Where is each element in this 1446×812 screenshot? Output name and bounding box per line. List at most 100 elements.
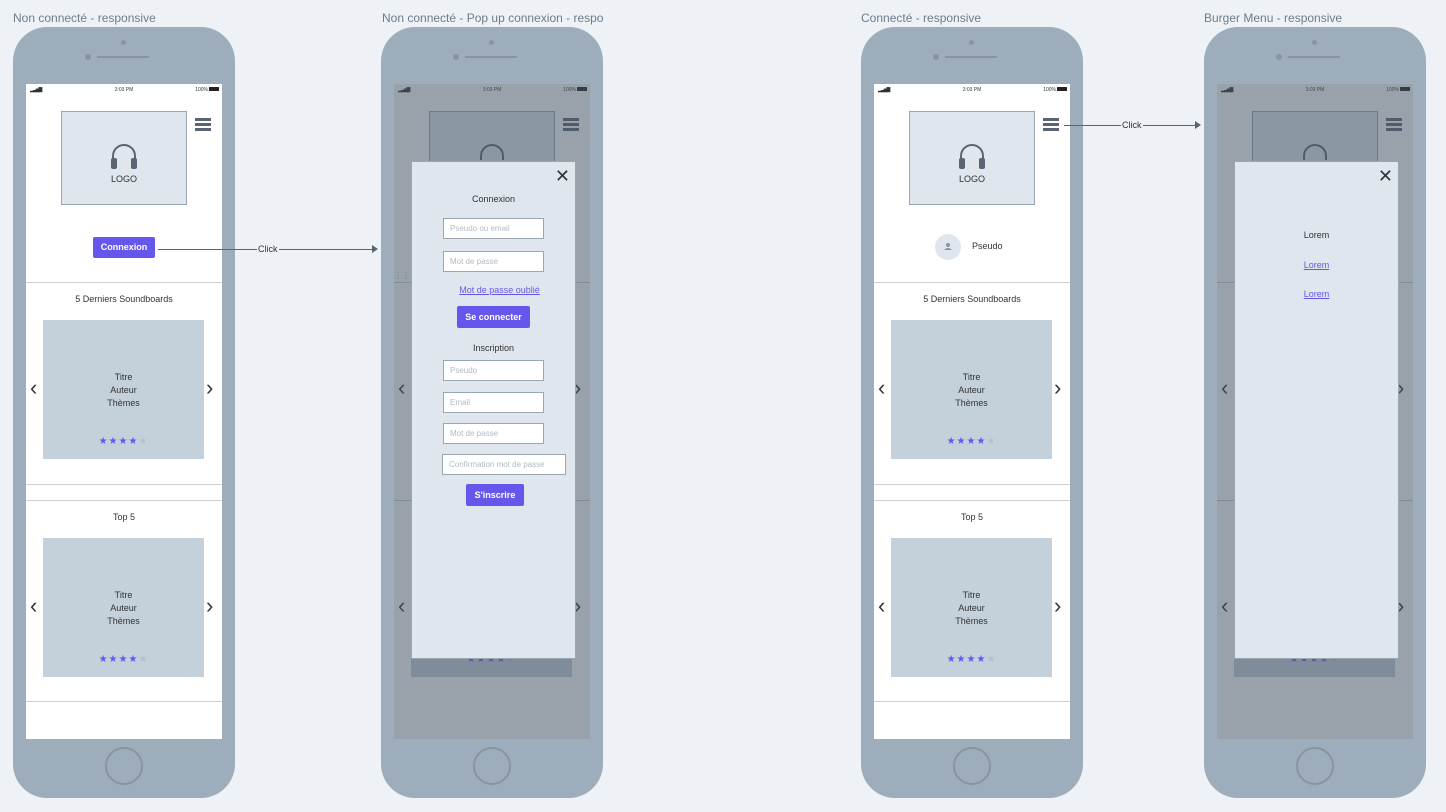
phone-frame-connecte: ▂▃▅▇ 3:03 PM 100% LOGO Pseudo 5 Derniers… xyxy=(861,27,1083,798)
close-icon[interactable]: ✕ xyxy=(1378,167,1393,185)
card-title: Titre xyxy=(114,590,133,600)
status-time: 3:03 PM xyxy=(114,87,134,93)
password-input[interactable]: Mot de passe xyxy=(443,251,544,272)
register-password-input[interactable]: Mot de passe xyxy=(443,423,544,444)
divider xyxy=(26,484,222,485)
speaker-grill xyxy=(945,56,997,58)
screen: ▂▃▅▇ 3:03 PM 100% LOGO Connexion 5 Derni… xyxy=(26,84,222,739)
rating-stars: ★★★★★ xyxy=(98,654,149,665)
card-author: Auteur xyxy=(110,603,137,613)
logo-text: LOGO xyxy=(958,174,985,184)
section-top-5: Top 5 ‹ Titre Auteur Thèmes ★★★★★ › xyxy=(874,500,1070,702)
user-icon xyxy=(944,243,952,250)
battery-label: 100% xyxy=(195,87,208,93)
home-button[interactable] xyxy=(953,747,991,785)
rating-stars: ★★★★★ xyxy=(98,436,149,447)
headphones-icon xyxy=(111,144,137,169)
card-author: Auteur xyxy=(958,385,985,395)
rating-stars: ★★★★★ xyxy=(946,436,997,447)
section-title: Top 5 xyxy=(112,512,136,522)
card-title: Titre xyxy=(114,372,133,382)
phone-frame-popup-connexion: ▂▃▅▇ 3:03 PM 100% ‹ › ‹ ★★★★★ › ⋮⋮⋮ ✕ Co… xyxy=(381,27,603,798)
register-confirm-input[interactable]: Confirmation mot de passe xyxy=(442,454,566,475)
logo[interactable]: LOGO xyxy=(61,111,187,205)
speaker-grill xyxy=(465,56,517,58)
status-bar: ▂▃▅▇ 3:03 PM 100% xyxy=(26,84,222,95)
burger-menu-panel: ✕ Lorem Lorem Lorem xyxy=(1234,161,1399,659)
chevron-right-icon[interactable]: › xyxy=(206,377,213,399)
phone-frame-non-connecte: ▂▃▅▇ 3:03 PM 100% LOGO Connexion 5 Derni… xyxy=(13,27,235,798)
register-email-input[interactable]: Email xyxy=(443,392,544,413)
artboard-label-connecte: Connecté - responsive xyxy=(861,11,982,25)
camera-icon xyxy=(933,54,939,60)
artboard-label-non-connecte: Non connecté - responsive xyxy=(13,11,156,25)
burger-menu-icon[interactable] xyxy=(1043,118,1059,132)
battery-icon xyxy=(1057,87,1067,91)
home-button[interactable] xyxy=(105,747,143,785)
chevron-right-icon[interactable]: › xyxy=(1054,595,1061,617)
phone-frame-burger-menu: ▂▃▅▇ 3:03 PM 100% ‹ › ‹ ★★★★★ › ✕ Lorem … xyxy=(1204,27,1426,798)
divider xyxy=(874,701,1070,702)
soundboard-card[interactable]: Titre Auteur Thèmes ★★★★★ xyxy=(43,320,204,459)
register-title: Inscription xyxy=(472,343,515,353)
connector-label: Click xyxy=(1121,120,1143,130)
menu-item-current: Lorem xyxy=(1303,230,1330,240)
section-title: Top 5 xyxy=(960,512,984,522)
register-button[interactable]: S'inscrire xyxy=(466,484,524,506)
battery-icon xyxy=(209,87,219,91)
camera-icon xyxy=(85,54,91,60)
status-time: 3:03 PM xyxy=(962,87,982,93)
section-top-5: Top 5 ‹ Titre Auteur Thèmes ★★★★★ › xyxy=(26,500,222,702)
chevron-left-icon[interactable]: ‹ xyxy=(878,595,885,617)
card-title: Titre xyxy=(962,372,981,382)
forgot-password-link[interactable]: Mot de passe oublié xyxy=(418,285,581,295)
section-title: 5 Derniers Soundboards xyxy=(75,294,173,304)
status-bar: ▂▃▅▇ 3:03 PM 100% xyxy=(874,84,1070,95)
avatar[interactable] xyxy=(935,234,961,260)
artboard-label-popup-connexion: Non connecté - Pop up connexion - respon… xyxy=(382,11,603,25)
section-latest-soundboards: 5 Derniers Soundboards ‹ Titre Auteur Th… xyxy=(874,282,1070,485)
pseudo-label[interactable]: Pseudo xyxy=(972,241,1003,251)
chevron-left-icon[interactable]: ‹ xyxy=(30,595,37,617)
menu-item-link[interactable]: Lorem xyxy=(1235,260,1398,270)
divider xyxy=(874,484,1070,485)
screen: ▂▃▅▇ 3:03 PM 100% LOGO Pseudo 5 Derniers… xyxy=(874,84,1070,739)
chevron-left-icon[interactable]: ‹ xyxy=(30,377,37,399)
arrow-head-icon xyxy=(1195,121,1201,129)
screen: ▂▃▅▇ 3:03 PM 100% ‹ › ‹ ★★★★★ › ✕ Lorem … xyxy=(1217,84,1413,739)
register-pseudo-input[interactable]: Pseudo xyxy=(443,360,544,381)
login-input[interactable]: Pseudo ou email xyxy=(443,218,544,239)
login-submit-button[interactable]: Se connecter xyxy=(457,306,530,328)
chevron-right-icon[interactable]: › xyxy=(1054,377,1061,399)
card-title: Titre xyxy=(962,590,981,600)
camera-icon xyxy=(1276,54,1282,60)
headphones-icon xyxy=(959,144,985,169)
home-button[interactable] xyxy=(1296,747,1334,785)
camera-icon xyxy=(453,54,459,60)
section-title: 5 Derniers Soundboards xyxy=(923,294,1021,304)
logo[interactable]: LOGO xyxy=(909,111,1035,205)
connector-label: Click xyxy=(257,244,279,254)
screen: ▂▃▅▇ 3:03 PM 100% ‹ › ‹ ★★★★★ › ⋮⋮⋮ ✕ Co… xyxy=(394,84,590,739)
battery-label: 100% xyxy=(1043,87,1056,93)
card-author: Auteur xyxy=(958,603,985,613)
artboard-label-burger-menu: Burger Menu - responsive xyxy=(1204,11,1343,25)
soundboard-card[interactable]: Titre Auteur Thèmes ★★★★★ xyxy=(891,320,1052,459)
arrow-head-icon xyxy=(372,245,378,253)
card-themes: Thèmes xyxy=(107,398,140,408)
soundboard-card[interactable]: Titre Auteur Thèmes ★★★★★ xyxy=(891,538,1052,677)
card-author: Auteur xyxy=(110,385,137,395)
speaker-grill xyxy=(1288,56,1340,58)
burger-menu-icon[interactable] xyxy=(195,118,211,132)
card-themes: Thèmes xyxy=(107,616,140,626)
home-button[interactable] xyxy=(473,747,511,785)
rating-stars: ★★★★★ xyxy=(946,654,997,665)
close-icon[interactable]: ✕ xyxy=(555,167,570,185)
chevron-left-icon[interactable]: ‹ xyxy=(878,377,885,399)
chevron-right-icon[interactable]: › xyxy=(206,595,213,617)
card-themes: Thèmes xyxy=(955,398,988,408)
soundboard-card[interactable]: Titre Auteur Thèmes ★★★★★ xyxy=(43,538,204,677)
connexion-button[interactable]: Connexion xyxy=(93,237,155,258)
menu-item-link[interactable]: Lorem xyxy=(1235,289,1398,299)
login-title: Connexion xyxy=(471,194,516,204)
